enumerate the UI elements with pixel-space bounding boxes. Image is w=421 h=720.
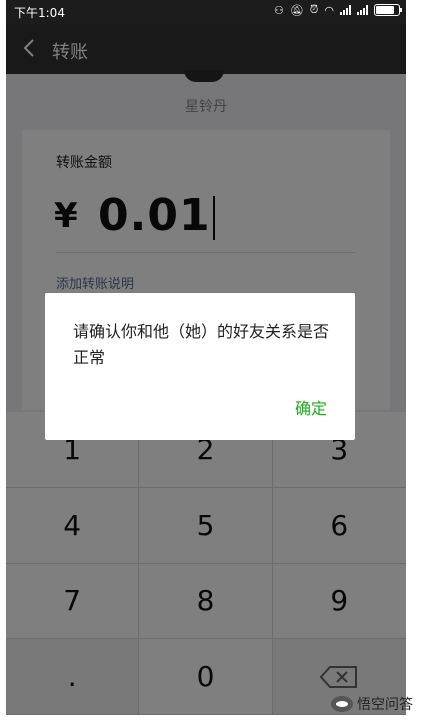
status-bar: 下午1:04 ⚇ 🔕︎ ⏰︎ ◠ [6,0,406,24]
wifi-icon: ◠ [324,3,334,17]
alarm-icon: ⏰︎ [309,3,319,16]
battery-icon [374,4,402,16]
watermark-text: 悟空问答 [357,697,413,713]
signal-icon [340,5,351,15]
link-icon: ⚇ [273,3,284,17]
status-time: 下午1:04 [14,6,65,20]
confirm-dialog: 请确认你和他（她）的好友关系是否正常 确定 [45,293,355,440]
watermark: 悟空问答 [331,694,413,714]
wukong-logo-icon [331,696,353,712]
confirm-button[interactable]: 确定 [295,395,327,419]
signal-icon [357,5,368,15]
status-icons: ⚇ 🔕︎ ⏰︎ ◠ [273,3,402,17]
mute-icon: 🔕︎ [289,3,304,17]
dialog-message: 请确认你和他（她）的好友关系是否正常 [73,322,330,367]
